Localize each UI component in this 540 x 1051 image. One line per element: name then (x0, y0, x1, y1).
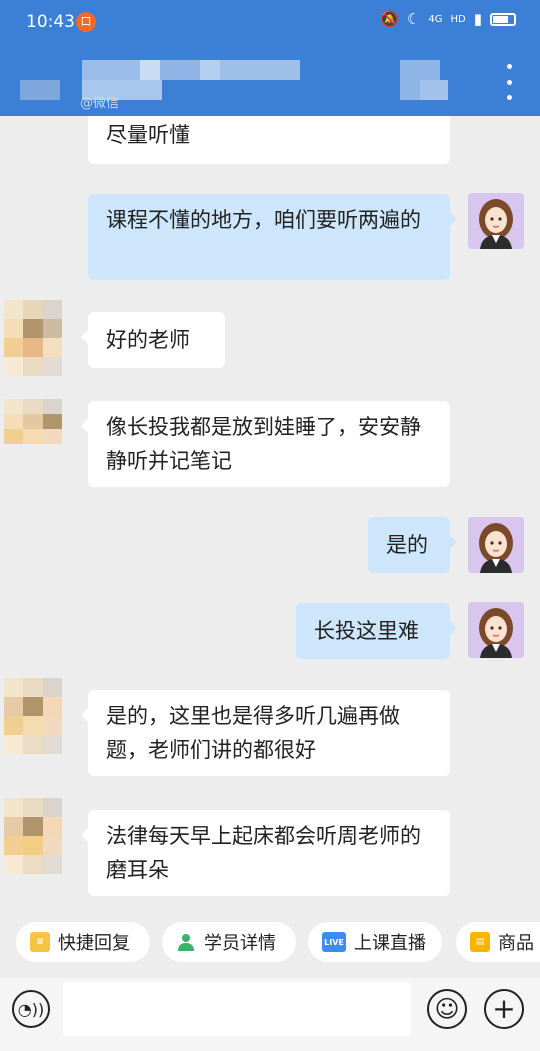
contact-avatar[interactable] (4, 300, 62, 376)
contact-avatar[interactable] (4, 678, 62, 754)
message-text: 长投这里难 (314, 619, 419, 643)
student-details-label: 学员详情 (204, 933, 276, 954)
quick-reply-label: 快捷回复 (58, 933, 130, 954)
my-avatar[interactable] (468, 193, 524, 249)
quick-reply-button[interactable]: ≡ 快捷回复 (16, 922, 150, 962)
mute-icon: 🔕 (380, 10, 399, 28)
teacher-avatar-icon (468, 517, 524, 573)
message-text: 课程不懂的地方，咱们要听两遍的 (106, 208, 421, 232)
teacher-avatar-icon (468, 602, 524, 658)
message-bubble[interactable]: 好的老师 (81, 312, 225, 368)
message-text: 好的老师 (106, 328, 190, 352)
product-button[interactable]: ▤ 商品 (456, 922, 540, 962)
chat-header: 10:43 口 🔕 ☾ 4G HD ▮ @微信 (0, 0, 540, 116)
message-bubble[interactable]: 是的，这里也是得多听几遍再做题，老师们讲的都很好 (81, 690, 450, 776)
network-label: 4G (428, 13, 443, 25)
more-options-icon[interactable] (504, 64, 514, 100)
message-text: 法律每天早上起床都会听周老师的磨耳朵 (106, 824, 421, 882)
status-icons: 🔕 ☾ 4G HD ▮ (380, 10, 516, 28)
product-label: 商品 (498, 933, 534, 954)
message-list[interactable]: 尽量听懂 课程不懂的地方，咱们要听两遍的 好的老师 像长投我都是放到娃睡了，安安… (0, 116, 540, 906)
message-bubble[interactable]: 是的 (368, 517, 457, 573)
message-bubble[interactable]: 长投这里难 (296, 603, 457, 659)
message-input[interactable] (63, 982, 411, 1036)
message-bubble[interactable]: 法律每天早上起床都会听周老师的磨耳朵 (81, 810, 450, 896)
emoji-icon[interactable]: ☺ (427, 989, 467, 1029)
message-text: 像长投我都是放到娃睡了，安安静静听并记笔记 (106, 415, 421, 473)
live-class-label: 上课直播 (354, 933, 426, 954)
teacher-avatar-icon (468, 193, 524, 249)
message-bubble[interactable]: 课程不懂的地方，咱们要听两遍的 (88, 194, 457, 280)
message-text: 尽量听懂 (106, 123, 190, 147)
student-icon (176, 932, 196, 952)
status-time: 10:43 (26, 12, 75, 32)
more-actions-icon[interactable]: + (484, 989, 524, 1029)
my-avatar[interactable] (468, 517, 524, 573)
live-class-button[interactable]: LIVE 上课直播 (308, 922, 442, 962)
battery-icon (490, 12, 516, 26)
message-text: 是的，这里也是得多听几遍再做题，老师们讲的都很好 (106, 704, 400, 762)
voice-input-icon[interactable]: ◔)) (12, 990, 50, 1028)
live-icon: LIVE (322, 932, 346, 952)
contact-avatar[interactable] (4, 798, 62, 874)
message-bubble[interactable]: 尽量听懂 (88, 116, 450, 164)
header-subtitle: @微信 (80, 96, 120, 111)
notification-badge: 口 (76, 12, 96, 32)
contact-avatar[interactable] (4, 399, 62, 459)
product-icon: ▤ (470, 932, 490, 952)
quick-action-bar: ≡ 快捷回复 学员详情 LIVE 上课直播 ▤ 商品 (0, 906, 540, 978)
input-bar: ◔)) ☺ + (0, 978, 540, 1051)
my-avatar[interactable] (468, 602, 524, 658)
signal-icon: ▮ (473, 10, 482, 28)
quick-reply-icon: ≡ (30, 932, 50, 952)
message-text: 是的 (386, 533, 428, 557)
moon-icon: ☾ (406, 10, 421, 28)
hd-label: HD (450, 13, 466, 25)
student-details-button[interactable]: 学员详情 (162, 922, 296, 962)
message-bubble[interactable]: 像长投我都是放到娃睡了，安安静静听并记笔记 (81, 401, 450, 487)
